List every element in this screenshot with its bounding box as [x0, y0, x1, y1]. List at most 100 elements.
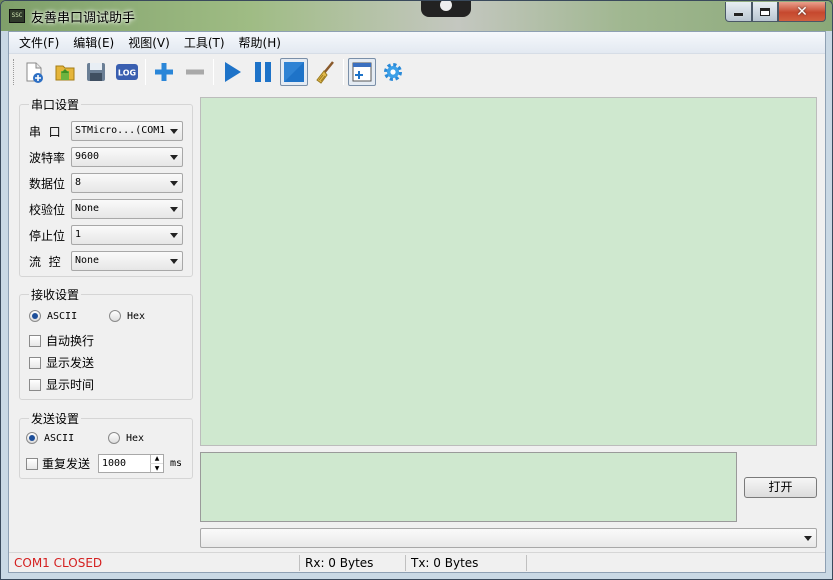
port-select[interactable]: STMicro...(COM1	[71, 121, 183, 141]
parity-row: 校验位 None	[29, 199, 183, 219]
receive-ascii-label: ASCII	[47, 310, 78, 322]
open-port-button[interactable]: 打开	[744, 477, 817, 498]
remove-button[interactable]	[181, 58, 209, 86]
play-icon	[225, 62, 241, 82]
receive-hex-label: Hex	[127, 310, 146, 322]
baud-label: 波特率	[29, 150, 66, 165]
save-icon	[87, 63, 105, 81]
save-button[interactable]	[82, 58, 110, 86]
parity-select[interactable]: None	[71, 199, 183, 219]
toolbar-separator	[343, 59, 344, 85]
pause-icon	[255, 62, 271, 82]
clear-button[interactable]	[311, 58, 339, 86]
receive-settings-title: 接收设置	[29, 286, 82, 303]
menu-view[interactable]: 视图(V)	[121, 32, 177, 54]
toolbar-separator	[145, 59, 146, 85]
interval-spinbox[interactable]: 1000 ▲ ▼	[98, 454, 164, 473]
parity-label: 校验位	[29, 202, 66, 217]
send-mode-row: ASCII Hex	[26, 432, 144, 444]
rx-count: Rx: 0 Bytes	[305, 555, 374, 570]
receive-textarea[interactable]	[200, 97, 817, 446]
show-time-checkbox[interactable]	[29, 378, 41, 391]
remove-icon	[186, 69, 204, 75]
toolbar-grip[interactable]	[13, 59, 16, 85]
open-folder-icon	[55, 65, 75, 81]
flow-label: 流 控	[29, 254, 61, 269]
interval-value: 1000	[102, 458, 127, 469]
new-file-button[interactable]	[20, 58, 48, 86]
show-send-checkbox[interactable]	[29, 356, 41, 369]
show-send-row: 显示发送	[29, 354, 94, 371]
spin-down-icon[interactable]: ▼	[150, 463, 163, 472]
databits-select[interactable]: 8	[71, 173, 183, 193]
flow-row: 流 控 None	[29, 251, 183, 271]
baud-select[interactable]: 9600	[71, 147, 183, 167]
start-button[interactable]	[218, 58, 246, 86]
app-window: SSC 友善串口调试助手 ✕ 文件(F) 编辑(E) 视图(V) 工具(T) 帮…	[0, 0, 833, 580]
receive-hex-radio[interactable]	[109, 310, 121, 322]
stopbits-row: 停止位 1	[29, 225, 183, 245]
tx-count: Tx: 0 Bytes	[411, 555, 479, 570]
show-send-label: 显示发送	[46, 356, 95, 370]
send-settings-title: 发送设置	[29, 410, 82, 427]
log-icon: LOG	[116, 64, 138, 80]
maximize-button[interactable]	[752, 2, 778, 22]
serial-settings-title: 串口设置	[29, 96, 82, 113]
receive-mode-row: ASCII Hex	[29, 310, 145, 322]
send-history-select[interactable]	[200, 528, 817, 548]
chevron-down-icon	[170, 233, 178, 238]
repeat-send-label: 重复发送	[42, 457, 91, 471]
databits-label: 数据位	[29, 176, 66, 191]
stopbits-label: 停止位	[29, 228, 66, 243]
add-button[interactable]	[150, 58, 178, 86]
status-bar: COM1 CLOSED Rx: 0 Bytes Tx: 0 Bytes	[9, 552, 825, 573]
flow-select[interactable]: None	[71, 251, 183, 271]
minimize-button[interactable]	[725, 2, 752, 22]
send-textarea[interactable]	[200, 452, 737, 522]
app-icon: SSC	[9, 9, 25, 23]
close-button[interactable]: ✕	[778, 2, 826, 22]
databits-value: 8	[75, 177, 82, 188]
stopbits-select[interactable]: 1	[71, 225, 183, 245]
spin-up-icon[interactable]: ▲	[150, 455, 163, 463]
camera-notch	[421, 1, 471, 17]
menu-bar: 文件(F) 编辑(E) 视图(V) 工具(T) 帮助(H)	[9, 32, 825, 54]
parity-value: None	[75, 203, 100, 214]
close-icon: ✕	[796, 3, 808, 20]
show-time-label: 显示时间	[46, 378, 95, 392]
interval-unit: ms	[170, 458, 183, 469]
settings-gear-icon	[384, 63, 402, 81]
baud-row: 波特率 9600	[29, 147, 183, 167]
chevron-down-icon	[804, 536, 812, 541]
send-ascii-radio[interactable]	[26, 432, 38, 444]
status-divider	[526, 555, 527, 571]
chevron-down-icon	[170, 259, 178, 264]
port-value: STMicro...(COM1	[75, 125, 166, 136]
open-button-toolbar[interactable]	[51, 58, 79, 86]
title-bar[interactable]: SSC 友善串口调试助手 ✕	[1, 1, 832, 31]
add-window-button[interactable]	[348, 58, 376, 86]
repeat-send-checkbox[interactable]	[26, 457, 38, 470]
chevron-down-icon	[170, 129, 178, 134]
menu-edit[interactable]: 编辑(E)	[66, 32, 121, 54]
serial-settings-group: 串口设置 串 口 STMicro...(COM1 波特率 9600 数据位 8 …	[19, 96, 193, 277]
send-ascii-label: ASCII	[44, 432, 75, 444]
stop-button[interactable]	[280, 58, 308, 86]
menu-file[interactable]: 文件(F)	[12, 32, 66, 54]
databits-row: 数据位 8	[29, 173, 183, 193]
flow-value: None	[75, 255, 100, 266]
send-hex-radio[interactable]	[108, 432, 120, 444]
client-area: 文件(F) 编辑(E) 视图(V) 工具(T) 帮助(H) LOG 串口设置 串…	[8, 31, 826, 573]
settings-button[interactable]	[379, 58, 407, 86]
auto-wrap-label: 自动换行	[46, 334, 95, 348]
log-button[interactable]: LOG	[113, 58, 141, 86]
port-status: COM1 CLOSED	[14, 555, 103, 570]
menu-help[interactable]: 帮助(H)	[232, 32, 288, 54]
menu-tools[interactable]: 工具(T)	[177, 32, 232, 54]
stop-icon	[284, 62, 304, 82]
auto-wrap-checkbox[interactable]	[29, 334, 41, 347]
baud-value: 9600	[75, 151, 100, 162]
receive-ascii-radio[interactable]	[29, 310, 41, 322]
send-hex-label: Hex	[126, 432, 145, 444]
pause-button[interactable]	[249, 58, 277, 86]
